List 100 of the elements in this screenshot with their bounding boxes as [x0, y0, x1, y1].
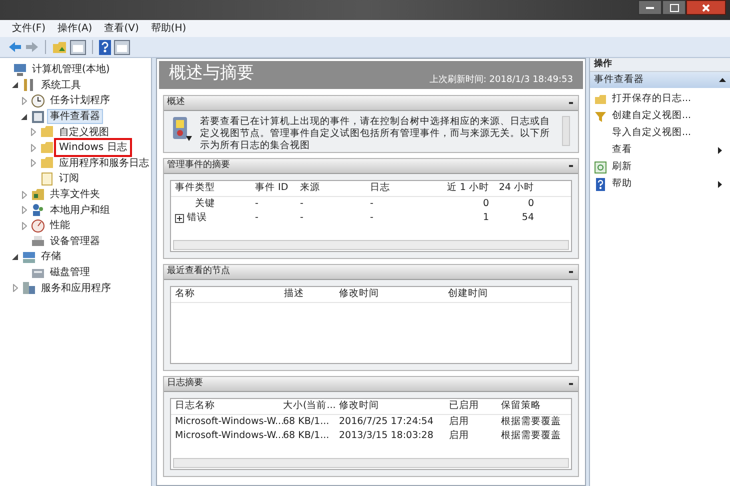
- table-cell-text: Microsoft-Windows-W...: [175, 414, 283, 429]
- tree-item[interactable]: 存储: [39, 250, 63, 264]
- column-header[interactable]: 描述: [284, 287, 339, 302]
- collapsed-arrow-icon[interactable]: [29, 144, 37, 152]
- refresh-icon: [594, 161, 607, 174]
- table-cell-text: -: [370, 210, 374, 225]
- expanded-arrow-icon[interactable]: [11, 252, 19, 261]
- horizontal-scrollbar[interactable]: [173, 458, 569, 468]
- expand-icon[interactable]: [175, 214, 184, 222]
- console-icon[interactable]: [70, 40, 86, 54]
- tree-item[interactable]: 磁盘管理: [48, 266, 92, 280]
- users-icon: [31, 203, 45, 218]
- tree-item[interactable]: 计算机管理(本地): [30, 63, 112, 76]
- expanded-arrow-icon[interactable]: [20, 112, 28, 121]
- tree-item[interactable]: 事件查看器: [48, 110, 102, 124]
- shared-folder-icon: [31, 188, 45, 202]
- tree-item[interactable]: 系统工具: [39, 78, 83, 92]
- column-header[interactable]: 名称: [175, 287, 284, 302]
- table-cell-text: 2013/3/15 18:03:28: [339, 428, 434, 443]
- action-item[interactable]: 创建自定义视图...: [590, 108, 730, 125]
- collapsed-arrow-icon[interactable]: [20, 206, 28, 214]
- collapse-arrow-icon: [719, 78, 726, 82]
- folder-icon: [594, 93, 607, 106]
- services-icon: [22, 281, 36, 296]
- table-cell-text: -: [300, 196, 304, 211]
- maximize-button[interactable]: [662, 0, 686, 15]
- filter-icon: [594, 110, 607, 123]
- storage-icon: [22, 250, 36, 264]
- table-cell-text: -: [370, 196, 374, 211]
- column-header[interactable]: 大小(当前...: [283, 399, 339, 414]
- section-title: 日志摘要: [167, 377, 203, 390]
- column-header[interactable]: 已启用: [449, 399, 501, 414]
- tree-item[interactable]: 设备管理器: [48, 234, 102, 248]
- minus-icon: [568, 102, 572, 104]
- folder-icon: [40, 140, 54, 155]
- scrollbar[interactable]: [562, 116, 570, 146]
- table-cell-text: Microsoft-Windows-W...: [175, 428, 283, 443]
- collapsed-arrow-icon[interactable]: [20, 96, 28, 105]
- column-header[interactable]: 日志名称: [175, 399, 283, 414]
- collapsed-arrow-icon[interactable]: [11, 284, 19, 292]
- folder-up-icon[interactable]: [52, 40, 67, 54]
- table-cell-text: 0: [482, 196, 490, 211]
- expanded-arrow-icon[interactable]: [11, 81, 19, 90]
- minimize-icon: [646, 6, 654, 9]
- page-title: 概述与摘要: [169, 62, 254, 86]
- tools-icon: [22, 78, 36, 92]
- action-label: 创建自定义视图...: [612, 109, 692, 124]
- action-label: 导入自定义视图...: [612, 126, 692, 140]
- help-book-icon: [594, 178, 607, 191]
- minimize-button[interactable]: [638, 0, 662, 15]
- tree-item[interactable]: 任务计划程序: [48, 94, 112, 108]
- menu-item[interactable]: 帮助(H): [148, 21, 188, 36]
- collapsed-arrow-icon[interactable]: [20, 190, 28, 199]
- column-header[interactable]: 保留策略: [501, 399, 561, 414]
- action-item[interactable]: 帮助: [590, 176, 730, 193]
- column-header[interactable]: 修改时间: [339, 399, 449, 414]
- tree-item[interactable]: 订阅: [57, 172, 81, 186]
- back-icon[interactable]: [8, 41, 22, 53]
- tree-item[interactable]: 共享文件夹: [48, 188, 102, 202]
- collapsed-arrow-icon[interactable]: [29, 159, 37, 168]
- action-item[interactable]: 查看: [590, 142, 730, 159]
- gauge-icon: [31, 218, 45, 233]
- actions-group-header[interactable]: 事件查看器: [590, 72, 730, 88]
- section-title: 最近查看的节点: [167, 265, 230, 278]
- menu-item[interactable]: 查看(V): [102, 21, 141, 36]
- column-header[interactable]: 事件类型: [175, 181, 255, 196]
- minus-icon: [568, 271, 572, 273]
- action-item[interactable]: 导入自定义视图...: [590, 125, 730, 142]
- column-header[interactable]: 24 小时: [495, 181, 540, 196]
- table-cell-text: 68 KB/1...: [283, 428, 330, 443]
- column-header[interactable]: 创建时间: [448, 287, 568, 302]
- menu-item[interactable]: 操作(A): [56, 21, 94, 36]
- tree-item[interactable]: 服务和应用程序: [39, 282, 113, 295]
- collapsed-arrow-icon[interactable]: [29, 128, 37, 136]
- column-header[interactable]: 来源: [300, 181, 370, 196]
- tree-item[interactable]: 应用程序和服务日志: [57, 156, 151, 170]
- tree-item[interactable]: Windows 日志: [57, 141, 129, 154]
- console-icon[interactable]: [114, 40, 130, 54]
- help-book-icon[interactable]: [99, 40, 111, 54]
- table-cell-text: 错误: [187, 210, 207, 225]
- action-item[interactable]: 打开保存的日志...: [590, 91, 730, 108]
- table-cell-text: 关键: [195, 196, 215, 211]
- close-button[interactable]: [686, 0, 726, 15]
- table-cell-text: 54: [520, 210, 535, 225]
- tree-item[interactable]: 本地用户和组: [48, 204, 112, 217]
- folder-icon: [40, 125, 54, 140]
- column-header[interactable]: 事件 ID: [255, 181, 300, 196]
- action-label: 刷新: [612, 160, 633, 174]
- column-header[interactable]: 近 1 小时: [440, 181, 495, 196]
- section-title: 管理事件的摘要: [167, 159, 230, 172]
- tree-item[interactable]: 性能: [48, 219, 72, 232]
- collapsed-arrow-icon[interactable]: [20, 222, 28, 230]
- clock-icon: [31, 94, 45, 108]
- menu-item[interactable]: 文件(F): [10, 21, 48, 36]
- action-item[interactable]: 刷新: [590, 159, 730, 176]
- column-header[interactable]: 日志: [370, 181, 440, 196]
- horizontal-scrollbar[interactable]: [173, 240, 569, 250]
- column-header[interactable]: 修改时间: [338, 287, 448, 302]
- table-cell-text: 0: [526, 196, 535, 211]
- tree-item[interactable]: 自定义视图: [57, 126, 111, 139]
